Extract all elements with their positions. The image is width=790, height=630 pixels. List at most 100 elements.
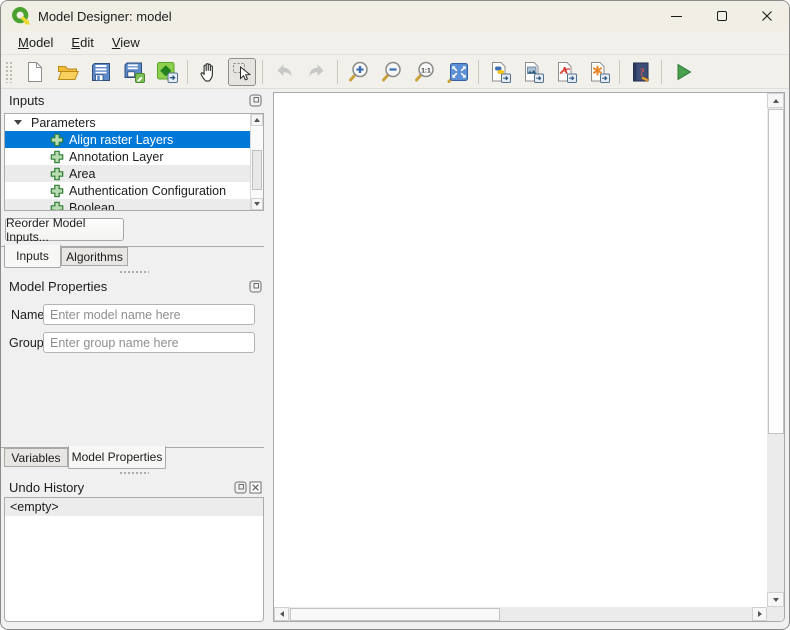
pan-icon [199,63,213,82]
toolbar-separator [187,60,188,84]
scroll-up-icon[interactable] [767,93,784,108]
toolbar-separator [619,60,620,84]
redo-icon [309,64,323,77]
toolbar: 1:1 A ? [1,56,789,89]
plus-icon [50,167,64,180]
scroll-down-icon[interactable] [251,198,263,210]
zoom-in-icon [348,61,368,82]
tree-item-area[interactable]: Area [5,165,250,182]
plus-icon [50,150,64,163]
pan-tool-button[interactable] [195,58,223,86]
tree-item-authentication-configuration[interactable]: Authentication Configuration [5,182,250,199]
model-properties-panel-title: Model Properties [9,279,108,294]
tab-variables[interactable]: Variables [4,448,68,467]
reorder-model-inputs-button[interactable]: Reorder Model Inputs... [5,216,124,244]
export-image-icon [524,62,544,83]
toolbar-separator [262,60,263,84]
splitter-handle[interactable] [119,471,149,475]
plus-icon [50,184,64,197]
model-group-input[interactable] [43,332,255,353]
help-button[interactable]: ? [627,58,655,86]
tree-scrollbar[interactable] [250,114,263,210]
zoom-actual-icon: 1:1 [414,61,434,82]
zoom-full-icon [447,63,468,83]
scrollbar-corner [767,607,784,621]
undo-history-list: <empty> [4,497,264,622]
export-pdf-button[interactable]: A [552,58,580,86]
export-image-button[interactable] [519,58,547,86]
save-model-button[interactable] [87,58,115,86]
menu-edit[interactable]: Edit [62,32,102,53]
close-panel-icon[interactable] [249,481,262,494]
title-bar: Model Designer: model [1,1,789,31]
float-panel-icon[interactable] [249,280,262,293]
group-label: Group [9,336,44,350]
scroll-left-icon[interactable] [274,607,289,621]
float-panel-icon[interactable] [234,481,247,494]
zoom-out-icon [381,61,401,82]
scroll-right-icon[interactable] [752,607,767,621]
tree-item-align-raster-layers[interactable]: Align raster Layers [5,131,250,148]
toolbar-drag-handle[interactable] [5,61,12,83]
export-python-icon [491,62,511,83]
select-tool-button[interactable] [227,58,256,86]
name-label: Name [11,308,45,322]
maximize-button[interactable] [699,1,744,31]
close-button[interactable] [744,1,789,31]
run-model-button[interactable] [669,58,697,86]
open-model-icon [57,66,79,80]
new-model-icon [27,62,42,82]
save-model-icon [91,63,110,81]
maximize-icon [716,11,727,21]
minimize-icon [671,15,682,17]
help-icon: ? [632,62,650,82]
minimize-button[interactable] [654,1,699,31]
zoom-in-button[interactable] [345,58,373,86]
float-panel-icon[interactable] [249,94,262,107]
open-model-button[interactable] [54,58,82,86]
zoom-full-button[interactable] [444,58,472,86]
canvas-vertical-scrollbar[interactable] [767,93,784,607]
export-pdf-icon: A [557,62,577,83]
splitter-handle[interactable] [119,270,149,274]
run-model-icon [677,63,691,81]
model-name-input[interactable] [43,304,255,325]
tree-item-boolean[interactable]: Boolean [5,199,250,210]
select-icon [232,63,251,81]
close-icon [761,11,772,21]
svg-text:1:1: 1:1 [421,67,431,74]
chevron-down-icon[interactable] [14,120,22,125]
undo-history-item-empty[interactable]: <empty> [5,498,263,516]
horizontal-scrollbar-thumb[interactable] [290,607,500,621]
zoom-out-button[interactable] [378,58,406,86]
inputs-panel-title: Inputs [9,93,45,108]
undo-icon [277,64,291,77]
tree-scrollbar-thumb[interactable] [252,150,262,190]
scroll-down-icon[interactable] [767,592,784,607]
tab-inputs[interactable]: Inputs [4,245,61,268]
model-canvas[interactable] [273,92,785,622]
save-model-as-button[interactable] [120,58,148,86]
zoom-actual-button[interactable]: 1:1 [411,58,439,86]
save-model-as-icon [124,62,145,83]
save-model-in-project-button[interactable] [153,58,181,86]
tree-item-annotation-layer[interactable]: Annotation Layer [5,148,250,165]
toolbar-separator [478,60,479,84]
save-model-in-project-icon [156,62,178,83]
export-svg-icon [590,62,610,83]
menu-view[interactable]: View [103,32,149,53]
tab-algorithms[interactable]: Algorithms [61,247,128,266]
tab-model-properties[interactable]: Model Properties [68,446,166,469]
plus-icon [50,133,64,146]
export-svg-button[interactable] [585,58,613,86]
model-designer-window: Model Designer: model Model Edit View 1:… [0,0,790,630]
tree-item-parameters[interactable]: Parameters [5,114,250,131]
redo-button [303,58,331,86]
scroll-up-icon[interactable] [251,114,263,126]
export-python-button[interactable] [486,58,514,86]
vertical-scrollbar-thumb[interactable] [767,109,784,434]
new-model-button[interactable] [21,58,49,86]
menu-model[interactable]: Model [9,32,62,53]
canvas-horizontal-scrollbar[interactable] [274,607,767,621]
left-dock-area: Inputs Parameters Align raster Layers An… [1,89,267,622]
